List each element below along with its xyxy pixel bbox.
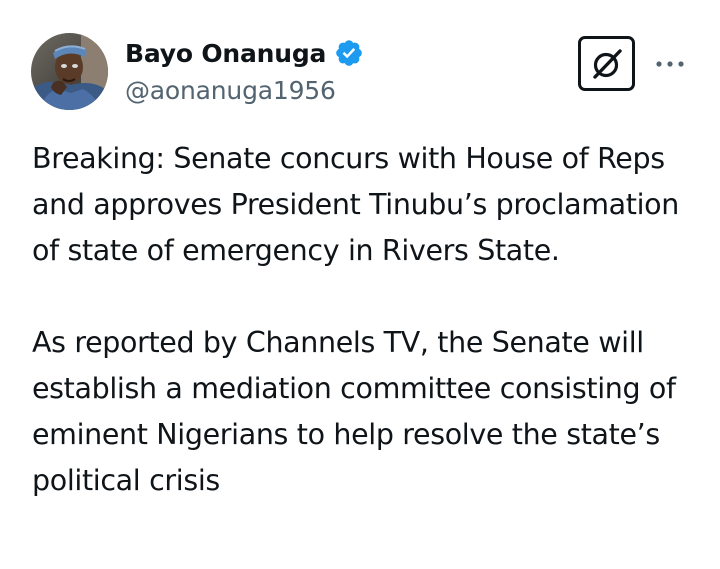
more-options-button[interactable] [652,50,688,78]
more-horizontal-icon [656,61,684,67]
tweet-text: Breaking: Senate concurs with House of R… [32,136,702,504]
grok-button[interactable] [578,36,635,91]
tweet-paragraph-1: Breaking: Senate concurs with House of R… [32,142,679,267]
tweet-card: Bayo Onanuga @aonanuga1956 Breaking: Sen… [0,0,720,569]
grok-icon [592,48,622,79]
avatar-photo [31,33,108,110]
avatar[interactable] [31,33,108,110]
verified-badge-icon[interactable] [334,38,364,68]
author-name[interactable]: Bayo Onanuga [125,39,326,68]
tweet-paragraph-2: As reported by Channels TV, the Senate w… [32,326,676,497]
author-name-row: Bayo Onanuga [125,36,364,70]
author-handle[interactable]: @aonanuga1956 [125,76,336,105]
